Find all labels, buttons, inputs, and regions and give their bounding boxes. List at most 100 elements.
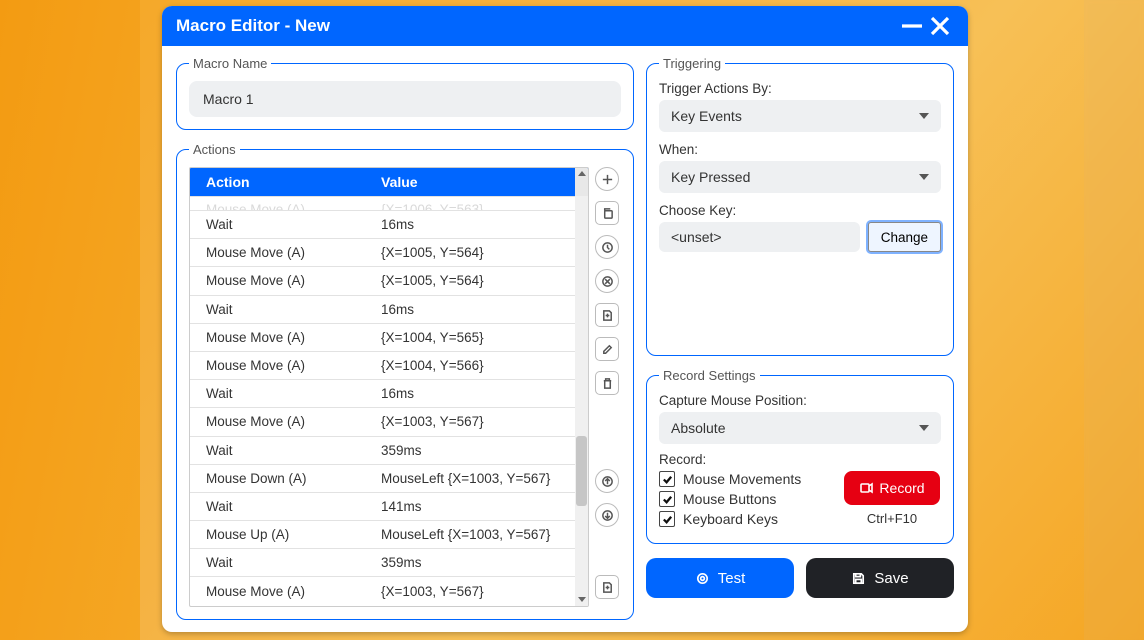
actions-body[interactable]: Mouse Move (A){X=1006, Y=563}Wait16msMou… [190, 196, 588, 606]
cell-value: {X=1006, Y=563} [375, 202, 588, 210]
record-check[interactable]: Mouse Movements [659, 471, 833, 487]
cell-value: 359ms [375, 555, 588, 570]
table-row[interactable]: Mouse Move (A){X=1004, Y=566} [190, 351, 588, 379]
add-action-button[interactable] [595, 167, 619, 191]
copy-action-button[interactable] [595, 201, 619, 225]
cell-value: {X=1004, Y=565} [375, 330, 588, 345]
cell-action: Mouse Move (A) [190, 273, 375, 288]
actions-legend: Actions [189, 142, 240, 157]
macro-name-input[interactable] [189, 81, 621, 117]
cell-value: 16ms [375, 386, 588, 401]
table-row[interactable]: Mouse Up (A)MouseLeft {X=1003, Y=567} [190, 520, 588, 548]
time-action-button[interactable] [595, 235, 619, 259]
table-row[interactable]: Mouse Down (A)MouseLeft {X=1003, Y=567} [190, 464, 588, 492]
cell-action: Mouse Move (A) [190, 245, 375, 260]
cell-value: 141ms [375, 499, 588, 514]
triggering-legend: Triggering [659, 56, 725, 71]
table-row[interactable]: Wait16ms [190, 210, 588, 238]
edit-action-button[interactable] [595, 337, 619, 361]
record-button-label: Record [879, 480, 924, 496]
table-row[interactable]: Mouse Move (A){X=1005, Y=564} [190, 266, 588, 294]
table-row[interactable]: Wait16ms [190, 295, 588, 323]
actions-header: Action Value [190, 168, 588, 196]
insert-file-button[interactable] [595, 303, 619, 327]
macro-name-legend: Macro Name [189, 56, 271, 71]
table-row[interactable]: Wait359ms [190, 436, 588, 464]
record-check[interactable]: Keyboard Keys [659, 511, 833, 527]
key-value-box: <unset> [659, 222, 860, 252]
check-label: Mouse Movements [683, 471, 801, 487]
trigger-by-label: Trigger Actions By: [659, 81, 941, 96]
table-row[interactable]: Mouse Move (A){X=1003, Y=567} [190, 576, 588, 604]
cell-value: {X=1005, Y=564} [375, 245, 588, 260]
titlebar[interactable]: Macro Editor - New [162, 6, 968, 46]
capture-select[interactable]: Absolute [659, 412, 941, 444]
test-icon [695, 571, 710, 586]
cell-value: MouseLeft {X=1003, Y=567} [375, 527, 588, 542]
trigger-by-value[interactable]: Key Events [659, 100, 941, 132]
table-row[interactable]: Wait359ms [190, 548, 588, 576]
capture-label: Capture Mouse Position: [659, 393, 941, 408]
actions-table[interactable]: Action Value Mouse Move (A){X=1006, Y=56… [189, 167, 589, 607]
test-label: Test [718, 570, 746, 587]
cell-action: Wait [190, 386, 375, 401]
actions-group: Actions Action Value Mouse Move (A){X=10… [176, 142, 634, 620]
cell-action: Wait [190, 302, 375, 317]
table-row[interactable]: Mouse Move (A){X=1003, Y=567} [190, 407, 588, 435]
record-button[interactable]: Record [844, 471, 940, 505]
record-settings-group: Record Settings Capture Mouse Position: … [646, 368, 954, 544]
cell-action: Mouse Move (A) [190, 330, 375, 345]
scroll-down-icon[interactable] [575, 593, 588, 606]
cell-action: Mouse Move (A) [190, 414, 375, 429]
col-value: Value [375, 174, 575, 190]
capture-value[interactable]: Absolute [659, 412, 941, 444]
scrollbar-thumb[interactable] [576, 436, 587, 506]
table-row[interactable]: Mouse Move (A){X=1005, Y=564} [190, 238, 588, 266]
move-up-button[interactable] [595, 469, 619, 493]
record-label: Record: [659, 452, 941, 467]
save-button[interactable]: Save [806, 558, 954, 598]
when-label: When: [659, 142, 941, 157]
close-button[interactable] [926, 12, 954, 40]
save-label: Save [874, 570, 908, 587]
cell-action: Mouse Up (A) [190, 527, 375, 542]
test-button[interactable]: Test [646, 558, 794, 598]
table-row[interactable]: Wait141ms [190, 492, 588, 520]
check-label: Keyboard Keys [683, 511, 778, 527]
delete-action-button[interactable] [595, 269, 619, 293]
table-row[interactable]: Mouse Move (A){X=1006, Y=563} [190, 196, 588, 210]
record-shortcut: Ctrl+F10 [867, 511, 917, 526]
minimize-button[interactable] [898, 12, 926, 40]
cell-action: Wait [190, 499, 375, 514]
record-icon [859, 481, 873, 495]
when-select[interactable]: Key Pressed [659, 161, 941, 193]
checkbox-icon [659, 511, 675, 527]
cell-value: 16ms [375, 217, 588, 232]
cell-value: 16ms [375, 302, 588, 317]
window-title: Macro Editor - New [176, 16, 898, 36]
cell-action: Mouse Down (A) [190, 471, 375, 486]
when-value[interactable]: Key Pressed [659, 161, 941, 193]
export-action-button[interactable] [595, 575, 619, 599]
cell-action: Mouse Move (A) [190, 358, 375, 373]
scrollbar-track[interactable] [575, 196, 588, 606]
save-icon [851, 571, 866, 586]
table-row[interactable]: Mouse Move (A){X=1004, Y=565} [190, 323, 588, 351]
trigger-by-select[interactable]: Key Events [659, 100, 941, 132]
table-row[interactable]: Wait16ms [190, 379, 588, 407]
cell-value: MouseLeft {X=1003, Y=567} [375, 471, 588, 486]
trash-action-button[interactable] [595, 371, 619, 395]
macro-editor-window: Macro Editor - New Macro Name Actions Ac… [162, 6, 968, 632]
move-down-button[interactable] [595, 503, 619, 527]
scroll-up-icon[interactable] [575, 168, 588, 196]
record-check[interactable]: Mouse Buttons [659, 491, 833, 507]
triggering-group: Triggering Trigger Actions By: Key Event… [646, 56, 954, 356]
actions-toolbar [595, 167, 621, 607]
cell-action: Mouse Move (A) [190, 202, 375, 210]
check-label: Mouse Buttons [683, 491, 776, 507]
cell-value: {X=1005, Y=564} [375, 273, 588, 288]
change-key-button[interactable]: Change [868, 222, 941, 252]
record-settings-legend: Record Settings [659, 368, 760, 383]
macro-name-group: Macro Name [176, 56, 634, 130]
record-checks: Mouse Movements Mouse Buttons Keyboard Key… [659, 471, 833, 531]
